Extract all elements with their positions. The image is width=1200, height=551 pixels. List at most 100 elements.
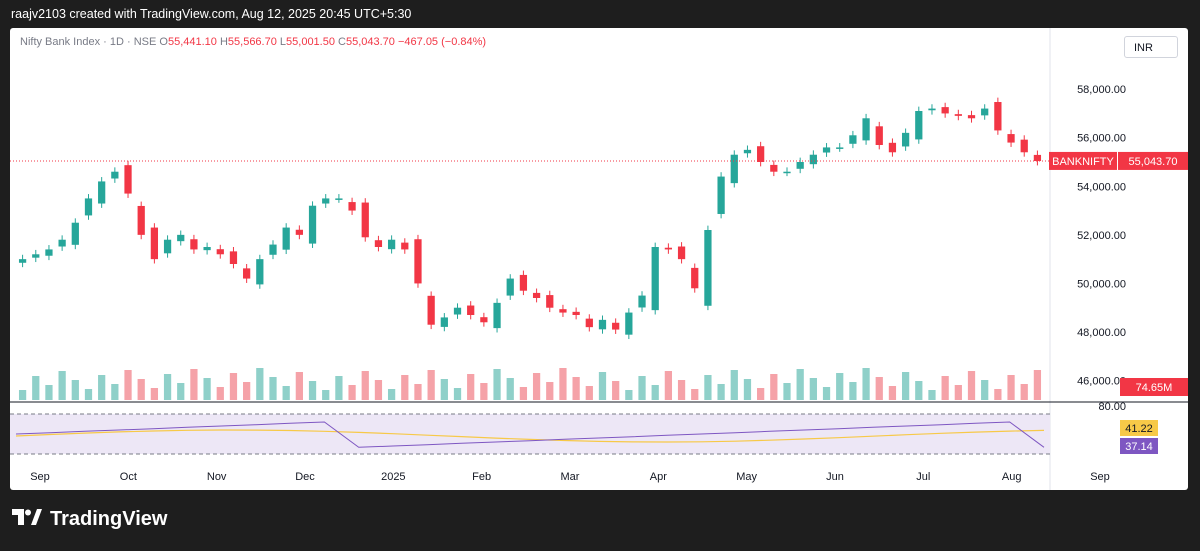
candle-body: [177, 234, 185, 242]
volume-bar: [414, 384, 422, 400]
candlestick-chart[interactable]: 58,000.00 56,000.00 54,000.00 52,000.00 50,0…: [10, 28, 1188, 490]
volume-bar: [585, 386, 593, 400]
volume-bar: [493, 369, 501, 400]
volume-bar: [111, 384, 119, 400]
x-tick-label: Sep: [30, 471, 50, 483]
candle-body: [111, 171, 119, 179]
volume-bar: [546, 382, 554, 400]
candle-body: [98, 181, 106, 204]
y-tick-label: 50,000.00: [1077, 278, 1126, 290]
candle-body: [387, 239, 396, 250]
volume-bar: [18, 390, 27, 400]
candle-body: [453, 307, 462, 315]
volume-bar: [770, 374, 778, 400]
volume-bar: [506, 378, 514, 400]
candle-body: [585, 318, 593, 328]
volume-bar: [994, 389, 1002, 400]
volume-bar: [875, 377, 883, 400]
candle-body: [295, 229, 303, 235]
volume-bar: [954, 385, 962, 400]
chart-panel[interactable]: Nifty Bank Index · 1D · NSE O55,441.10 H…: [10, 28, 1188, 490]
volume-bar: [836, 373, 844, 400]
candle-body: [493, 302, 501, 329]
volume-bar: [822, 387, 831, 400]
candle-body: [506, 278, 514, 296]
volume-bar: [532, 373, 541, 400]
candle-body: [612, 322, 620, 330]
candle-body: [981, 108, 989, 116]
candle-body: [150, 227, 159, 260]
y-tick-label: 52,000.00: [1077, 230, 1126, 242]
candle-body: [216, 249, 224, 255]
volume-bar: [691, 389, 699, 400]
volume-bar: [163, 374, 172, 400]
volume-bar: [137, 379, 145, 400]
y-tick-label: 54,000.00: [1077, 181, 1126, 193]
candle-body: [967, 115, 976, 119]
volume-bar: [612, 381, 620, 400]
y-tick-label: 58,000.00: [1077, 84, 1126, 96]
candle-body: [743, 149, 752, 154]
candle-body: [915, 111, 923, 140]
volume-bar: [1033, 370, 1042, 400]
volume-bar: [256, 368, 264, 400]
candle-body: [467, 305, 475, 315]
volume-bar: [229, 373, 238, 400]
candle-body: [84, 198, 93, 216]
candle-body: [440, 317, 448, 327]
candle-body: [1033, 154, 1042, 162]
x-tick-label: Oct: [120, 471, 137, 483]
candle-body: [322, 198, 330, 204]
candle-body: [770, 164, 778, 172]
volume-bar: [124, 370, 132, 400]
y-tick-label: 46,000.00: [1077, 376, 1126, 388]
volume-bar: [717, 384, 725, 400]
candle-body: [243, 268, 251, 279]
volume-bar: [981, 380, 989, 400]
volume-bar: [967, 371, 976, 400]
x-tick-label: Feb: [472, 471, 491, 483]
candle-body: [1007, 134, 1015, 143]
volume-bar: [295, 372, 303, 400]
candle-body: [190, 239, 198, 250]
volume-bar: [467, 374, 475, 400]
volume-bar: [440, 379, 448, 400]
volume-bar: [32, 376, 40, 400]
candle-body: [757, 146, 765, 162]
x-tick-label: Nov: [207, 471, 227, 483]
candle-body: [124, 165, 132, 194]
volume-bar: [308, 381, 317, 400]
volume-bar: [216, 387, 224, 400]
candle-body: [361, 202, 369, 238]
candle-body: [994, 102, 1002, 131]
candle-body: [203, 247, 211, 251]
volume-bar: [928, 390, 936, 400]
candle-body: [308, 205, 317, 244]
volume-bar: [625, 390, 633, 400]
x-tick-label: Jul: [916, 471, 930, 483]
candle-body: [704, 230, 712, 306]
candle-body: [809, 154, 817, 165]
tradingview-logo-icon: [12, 508, 42, 531]
candle-body: [928, 108, 936, 111]
candle-body: [414, 239, 422, 284]
volume-bar: [598, 372, 607, 400]
volume-bar: [519, 387, 528, 400]
candle-body: [849, 135, 857, 144]
candle-body: [256, 259, 264, 285]
volume-bar: [348, 385, 356, 400]
x-tick-label: 2025: [381, 471, 405, 483]
volume-bar: [98, 375, 106, 400]
volume-bar: [269, 377, 277, 400]
volume-label: 74.65M: [1136, 382, 1173, 394]
volume-bar: [374, 380, 383, 400]
candle-body: [282, 227, 290, 250]
candle-body: [546, 295, 554, 308]
volume-bar: [638, 376, 646, 400]
volume-bar: [572, 377, 580, 400]
candle-body: [137, 205, 145, 235]
candle-body: [559, 309, 567, 313]
candle-body: [822, 147, 831, 153]
candle-body: [796, 162, 804, 169]
volume-bar: [809, 378, 817, 400]
